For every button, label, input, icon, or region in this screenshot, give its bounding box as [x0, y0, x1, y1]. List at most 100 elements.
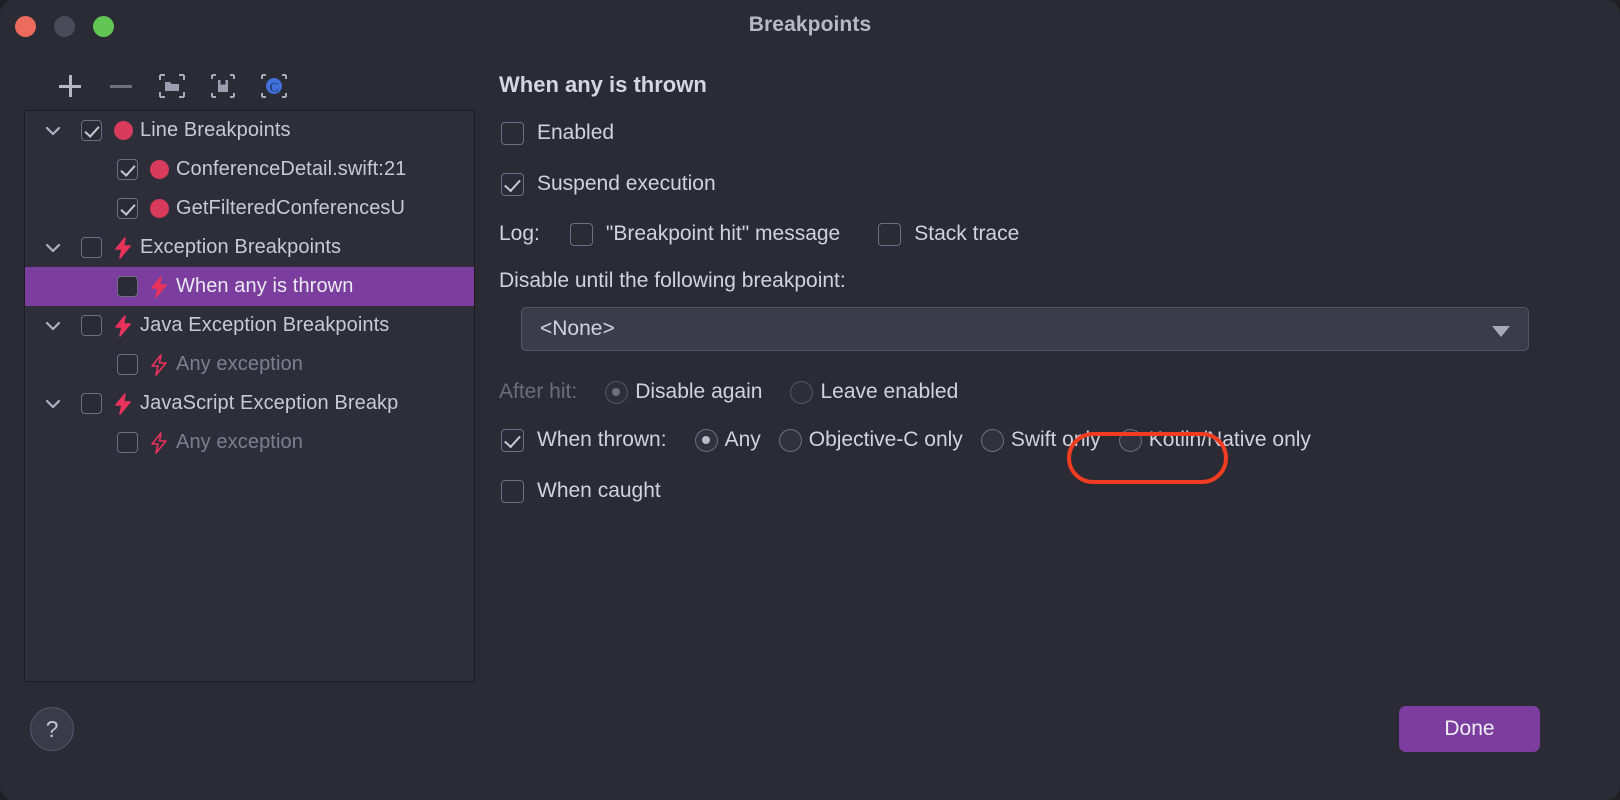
tree-row[interactable]: Any exception [25, 423, 474, 462]
enabled-label: Enabled [537, 121, 615, 144]
enabled-checkbox-row[interactable]: Enabled [501, 121, 614, 145]
enabled-checkbox[interactable] [501, 121, 524, 145]
when-caught-checkbox[interactable] [501, 479, 524, 503]
log-message-label: "Breakpoint hit" message [605, 222, 841, 245]
breakpoints-tree[interactable]: Line Breakpoints ConferenceDetail.swift:2… [24, 110, 475, 682]
log-stack-trace-label: Stack trace [914, 222, 1020, 245]
tree-item-checkbox[interactable] [81, 393, 102, 414]
tree-item-checkbox[interactable] [117, 198, 138, 219]
tree-item-checkbox[interactable] [81, 237, 102, 258]
svg-text:C: C [270, 80, 279, 95]
help-button[interactable]: ? [30, 707, 74, 751]
plus-icon [59, 75, 81, 97]
tree-item-label: Exception Breakpoints [140, 236, 342, 258]
suspend-execution-checkbox-row[interactable]: Suspend execution [501, 172, 716, 196]
tree-row[interactable]: Exception Breakpoints [25, 228, 474, 267]
chevron-down-icon[interactable] [43, 121, 63, 141]
folder-icon [159, 74, 185, 98]
tree-item-label: GetFilteredConferencesU [176, 197, 406, 219]
when-thrown-label: When thrown: [537, 428, 667, 451]
log-stack-trace-checkbox[interactable] [878, 222, 902, 246]
disable-until-label-row: Disable until the following breakpoint: [499, 269, 846, 293]
after-hit-prefix-label: After hit: [499, 380, 578, 403]
after-hit-disable-again-radio[interactable] [605, 380, 629, 404]
bolt-icon [149, 275, 169, 298]
group-breakpoints-button[interactable] [152, 66, 192, 106]
done-button[interactable]: Done [1399, 706, 1540, 752]
tree-item-checkbox[interactable] [117, 354, 138, 375]
after-hit-leave-enabled-label: Leave enabled [820, 380, 959, 403]
when-thrown-kotlin-native-only-radio[interactable] [1118, 428, 1142, 452]
objective-c-breakpoints-button[interactable]: C [254, 66, 294, 106]
tree-row[interactable]: ConferenceDetail.swift:21 [25, 150, 474, 189]
log-message-checkbox[interactable] [569, 222, 593, 246]
tree-item-label: When any is thrown [176, 275, 354, 297]
bolt-icon [113, 236, 133, 259]
save-icon [211, 74, 235, 98]
save-breakpoints-button[interactable] [203, 66, 243, 106]
bolt-icon [151, 431, 167, 454]
when-thrown-objective-c-only-radio[interactable] [778, 428, 802, 452]
tree-row[interactable]: GetFilteredConferencesU [25, 189, 474, 228]
chevron-down-icon[interactable] [43, 394, 63, 414]
tree-item-checkbox[interactable] [81, 120, 102, 141]
bolt-icon [113, 392, 133, 415]
suspend-execution-checkbox[interactable] [501, 172, 524, 196]
when-caught-label: When caught [537, 479, 661, 502]
bolt-icon [151, 275, 167, 298]
breakpoint-dot-icon [114, 121, 133, 140]
tree-item-label: ConferenceDetail.swift:21 [176, 158, 407, 180]
log-prefix-label: Log: [499, 222, 540, 245]
tree-row[interactable]: When any is thrown [25, 267, 474, 306]
bolt-icon [115, 314, 131, 337]
when-thrown-swift-only-label: Swift only [1010, 428, 1101, 451]
after-hit-row: After hit: Disable again Leave enabled [499, 380, 958, 404]
title-bar: Breakpoints [0, 0, 1620, 52]
tree-row[interactable]: Java Exception Breakpoints [25, 306, 474, 345]
chevron-down-icon[interactable] [43, 238, 63, 258]
chevron-down-icon[interactable] [43, 316, 63, 336]
bolt-icon [151, 353, 167, 376]
disable-until-label: Disable until the following breakpoint: [499, 269, 846, 292]
tree-item-checkbox[interactable] [81, 315, 102, 336]
breakpoints-toolbar: C [24, 66, 484, 106]
breakpoint-dot-icon [150, 199, 169, 218]
tree-row[interactable]: Line Breakpoints [25, 111, 474, 150]
bolt-icon [115, 236, 131, 259]
when-thrown-any-label: Any [724, 428, 761, 451]
add-breakpoint-button[interactable] [50, 66, 90, 106]
tree-item-label: Line Breakpoints [140, 119, 291, 141]
when-thrown-checkbox[interactable] [501, 428, 524, 452]
when-thrown-row: When thrown: Any Objective-C only Swift … [501, 428, 1311, 452]
when-thrown-objective-c-only-label: Objective-C only [808, 428, 963, 451]
when-thrown-swift-only-radio[interactable] [980, 428, 1004, 452]
tree-row[interactable]: Any exception [25, 345, 474, 384]
disable-until-breakpoint-select[interactable]: <None> [521, 307, 1529, 351]
bolt-icon [149, 431, 169, 454]
chevron-down-icon [1492, 326, 1510, 337]
breakpoint-detail-panel: When any is thrown Enabled Suspend execu… [499, 60, 1589, 680]
minus-icon [110, 84, 132, 88]
remove-breakpoint-button[interactable] [101, 66, 141, 106]
after-hit-leave-enabled-radio[interactable] [790, 380, 814, 404]
bolt-icon [115, 392, 131, 415]
tree-item-label: Any exception [176, 431, 303, 453]
disable-until-breakpoint-value: <None> [540, 317, 615, 340]
bolt-icon [113, 314, 133, 337]
done-button-label: Done [1444, 717, 1495, 740]
tree-item-checkbox[interactable] [117, 159, 138, 180]
tree-item-label: Java Exception Breakpoints [140, 314, 390, 336]
when-thrown-any-radio[interactable] [694, 428, 718, 452]
tree-item-checkbox[interactable] [117, 432, 138, 453]
after-hit-disable-again-label: Disable again [635, 380, 763, 403]
when-thrown-kotlin-native-only-label: Kotlin/Native only [1148, 428, 1311, 451]
detail-title: When any is thrown [499, 72, 707, 97]
log-options-row: Log: "Breakpoint hit" message Stack trac… [499, 222, 1019, 246]
objc-icon: C [261, 74, 287, 98]
breakpoints-dialog-window: Breakpoints C Line Breakpoints Conferenc… [0, 0, 1620, 800]
tree-row[interactable]: JavaScript Exception Breakp [25, 384, 474, 423]
tree-item-label: JavaScript Exception Breakp [140, 392, 399, 414]
tree-item-label: Any exception [176, 353, 303, 375]
when-caught-row[interactable]: When caught [501, 479, 661, 503]
tree-item-checkbox[interactable] [117, 276, 138, 297]
